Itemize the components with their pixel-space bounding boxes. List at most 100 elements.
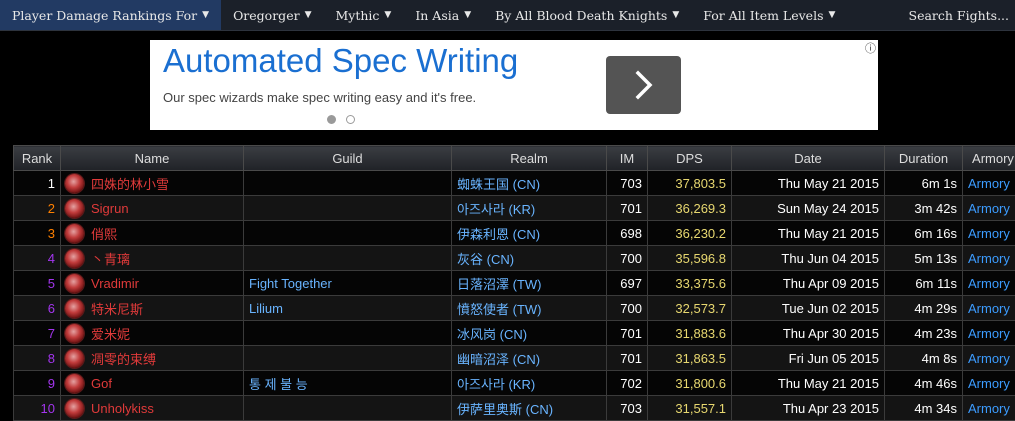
ad-arrow-button[interactable] xyxy=(606,56,681,114)
column-header-date[interactable]: Date xyxy=(732,146,885,171)
armory-link[interactable]: Armory xyxy=(963,246,1015,271)
realm-cell[interactable]: 伊森利恩 (CN) xyxy=(452,221,607,246)
carousel-dot[interactable] xyxy=(327,115,336,124)
realm-cell[interactable]: 아즈사라 (KR) xyxy=(452,196,607,221)
realm-cell[interactable]: 蜘蛛王国 (CN) xyxy=(452,171,607,196)
player-name-link[interactable]: 凋零的束缚 xyxy=(91,352,156,367)
dps-cell: 35,596.8 xyxy=(648,246,732,271)
guild-cell[interactable] xyxy=(244,346,452,371)
dps-cell: 31,800.6 xyxy=(648,371,732,396)
armory-link[interactable]: Armory xyxy=(963,171,1015,196)
duration-cell: 4m 34s xyxy=(885,396,963,421)
player-name-cell[interactable]: 凋零的束缚 xyxy=(61,346,244,371)
nav-label: Mythic xyxy=(335,8,379,23)
nav-rankings-dropdown[interactable]: Player Damage Rankings For▼ xyxy=(0,0,221,30)
player-name-link[interactable]: Sigrun xyxy=(91,201,129,216)
search-fights-input[interactable]: Search Fights... xyxy=(897,0,1015,30)
realm-cell[interactable]: 幽暗沼泽 (CN) xyxy=(452,346,607,371)
ad-banner[interactable]: Automated Spec Writing Our spec wizards … xyxy=(150,40,878,130)
realm-cell[interactable]: 日落沼澤 (TW) xyxy=(452,271,607,296)
carousel-dot[interactable] xyxy=(346,115,355,124)
player-name-link[interactable]: Vradimir xyxy=(91,276,139,291)
column-header-dps[interactable]: DPS xyxy=(648,146,732,171)
guild-cell[interactable]: 통 제 불 능 xyxy=(244,371,452,396)
guild-cell[interactable] xyxy=(244,171,452,196)
chevron-down-icon: ▼ xyxy=(464,10,471,20)
player-name-cell[interactable]: 爱米妮 xyxy=(61,321,244,346)
date-cell: Thu Jun 04 2015 xyxy=(732,246,885,271)
chevron-right-icon xyxy=(633,70,655,100)
dps-cell: 31,863.5 xyxy=(648,346,732,371)
duration-cell: 6m 11s xyxy=(885,271,963,296)
column-header-guild[interactable]: Guild xyxy=(244,146,452,171)
player-name-link[interactable]: 四姝的林小雪 xyxy=(91,177,169,192)
player-name-cell[interactable]: Gof xyxy=(61,371,244,396)
player-name-cell[interactable]: 俏熙 xyxy=(61,221,244,246)
column-header-duration[interactable]: Duration xyxy=(885,146,963,171)
item-level-cell: 700 xyxy=(607,296,648,321)
realm-cell[interactable]: 아즈사라 (KR) xyxy=(452,371,607,396)
player-name-link[interactable]: Gof xyxy=(91,376,112,391)
armory-link[interactable]: Armory xyxy=(963,371,1015,396)
date-cell: Thu May 21 2015 xyxy=(732,171,885,196)
column-header-realm[interactable]: Realm xyxy=(452,146,607,171)
column-header-im[interactable]: IM xyxy=(607,146,648,171)
realm-cell[interactable]: 憤怒使者 (TW) xyxy=(452,296,607,321)
guild-cell[interactable] xyxy=(244,246,452,271)
nav-difficulty-dropdown[interactable]: Mythic▼ xyxy=(323,0,403,30)
guild-cell[interactable]: Lilium xyxy=(244,296,452,321)
armory-link[interactable]: Armory xyxy=(963,196,1015,221)
player-name-link[interactable]: 爱米妮 xyxy=(91,327,130,342)
death-knight-class-icon xyxy=(65,399,84,418)
column-header-name[interactable]: Name xyxy=(61,146,244,171)
column-header-armory[interactable]: Armory xyxy=(963,146,1015,171)
nav-itemlevel-dropdown[interactable]: For All Item Levels▼ xyxy=(691,0,847,30)
nav-class-dropdown[interactable]: By All Blood Death Knights▼ xyxy=(483,0,691,30)
player-name-link[interactable]: Unholykiss xyxy=(91,401,154,416)
item-level-cell: 702 xyxy=(607,371,648,396)
rank-cell: 4 xyxy=(14,246,61,271)
duration-cell: 4m 46s xyxy=(885,371,963,396)
armory-link[interactable]: Armory xyxy=(963,271,1015,296)
table-header-row: RankNameGuildRealmIMDPSDateDurationArmor… xyxy=(14,146,1015,171)
armory-link[interactable]: Armory xyxy=(963,396,1015,421)
armory-link[interactable]: Armory xyxy=(963,321,1015,346)
guild-cell[interactable] xyxy=(244,396,452,421)
table-row: 6特米尼斯Lilium憤怒使者 (TW)70032,573.7Tue Jun 0… xyxy=(14,296,1015,321)
armory-link[interactable]: Armory xyxy=(963,346,1015,371)
ad-info-icon[interactable]: ⓘ xyxy=(865,40,876,56)
player-name-link[interactable]: 丶青璃 xyxy=(91,252,130,267)
player-name-cell[interactable]: Sigrun xyxy=(61,196,244,221)
player-name-cell[interactable]: Vradimir xyxy=(61,271,244,296)
player-name-cell[interactable]: 丶青璃 xyxy=(61,246,244,271)
realm-cell[interactable]: 冰风岗 (CN) xyxy=(452,321,607,346)
armory-link[interactable]: Armory xyxy=(963,296,1015,321)
ad-text: Our spec wizards make spec writing easy … xyxy=(163,90,476,105)
duration-cell: 4m 8s xyxy=(885,346,963,371)
guild-cell[interactable] xyxy=(244,221,452,246)
table-row: 3俏熙伊森利恩 (CN)69836,230.2Thu May 21 20156m… xyxy=(14,221,1015,246)
nav-boss-dropdown[interactable]: Oregorger▼ xyxy=(221,0,323,30)
table-row: 8凋零的束缚幽暗沼泽 (CN)70131,863.5Fri Jun 05 201… xyxy=(14,346,1015,371)
death-knight-class-icon xyxy=(65,374,84,393)
player-name-cell[interactable]: 四姝的林小雪 xyxy=(61,171,244,196)
realm-cell[interactable]: 伊萨里奥斯 (CN) xyxy=(452,396,607,421)
dps-cell: 37,803.5 xyxy=(648,171,732,196)
chevron-down-icon: ▼ xyxy=(829,10,836,20)
armory-link[interactable]: Armory xyxy=(963,221,1015,246)
duration-cell: 6m 1s xyxy=(885,171,963,196)
rank-cell: 8 xyxy=(14,346,61,371)
column-header-rank[interactable]: Rank xyxy=(14,146,61,171)
player-name-cell[interactable]: 特米尼斯 xyxy=(61,296,244,321)
nav-region-dropdown[interactable]: In Asia▼ xyxy=(403,0,483,30)
player-name-cell[interactable]: Unholykiss xyxy=(61,396,244,421)
rank-cell: 2 xyxy=(14,196,61,221)
player-name-link[interactable]: 俏熙 xyxy=(91,227,117,242)
death-knight-class-icon xyxy=(65,199,84,218)
item-level-cell: 698 xyxy=(607,221,648,246)
realm-cell[interactable]: 灰谷 (CN) xyxy=(452,246,607,271)
guild-cell[interactable] xyxy=(244,321,452,346)
player-name-link[interactable]: 特米尼斯 xyxy=(91,302,143,317)
guild-cell[interactable] xyxy=(244,196,452,221)
guild-cell[interactable]: Fight Together xyxy=(244,271,452,296)
